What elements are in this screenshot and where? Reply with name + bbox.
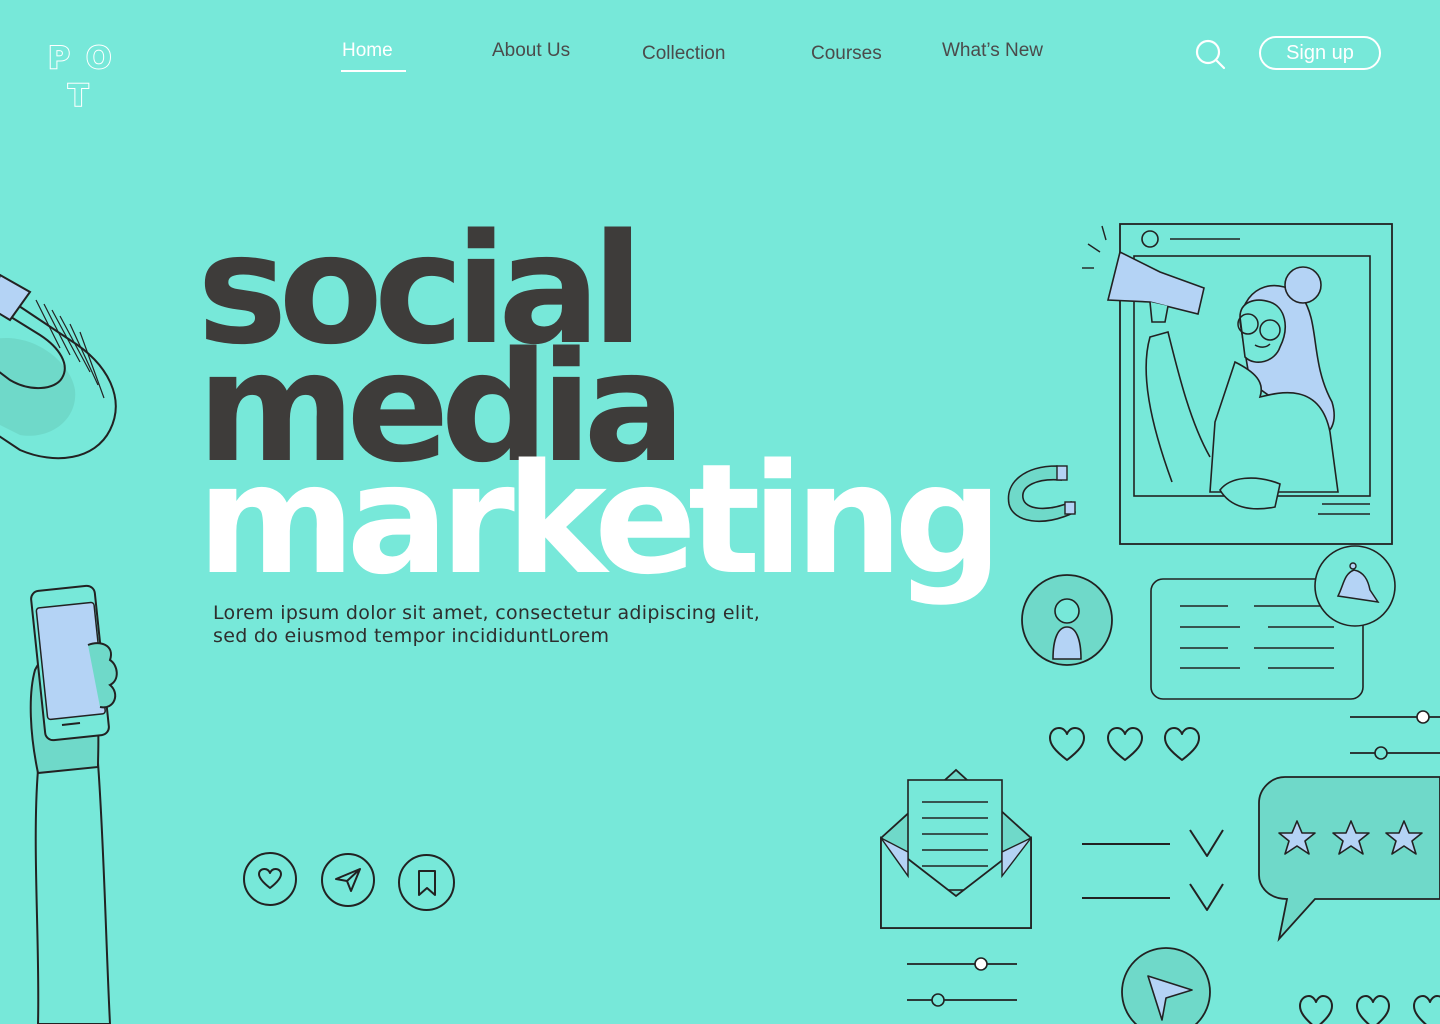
nav-collection[interactable]: Collection	[642, 43, 725, 65]
logo-letter-p: P	[47, 41, 71, 76]
sign-up-button[interactable]: Sign up	[1259, 36, 1381, 70]
hero-description: Lorem ipsum dolor sit amet, consectetur …	[213, 602, 813, 648]
paper-plane-icon	[335, 868, 361, 892]
hero-title-line-marketing: marketing	[197, 431, 1003, 608]
bottom-sliders-illustration	[907, 957, 1017, 1007]
share-button[interactable]	[321, 853, 375, 907]
checklist-illustration	[1082, 829, 1224, 911]
rating-bubble-illustration	[1258, 776, 1440, 943]
logo-letter-o: O	[85, 41, 112, 76]
send-circle-illustration	[1121, 947, 1211, 1024]
search-icon[interactable]	[1194, 38, 1226, 70]
nav-active-underline	[341, 70, 406, 72]
like-button[interactable]	[243, 852, 297, 906]
heart-icon	[258, 868, 282, 889]
magnet-illustration	[0, 273, 117, 460]
profile-avatar-illustration	[1021, 574, 1113, 666]
nav-home[interactable]: Home	[342, 40, 393, 62]
hand-phone-illustration	[29, 584, 118, 1024]
bookmark-button[interactable]	[398, 854, 455, 911]
hero-description-line-2: sed do eiusmod tempor incididuntLorem	[213, 625, 610, 647]
nav-whats-new[interactable]: What’s New	[942, 40, 1043, 62]
logo-letter-t: T	[67, 79, 90, 114]
nav-about-us[interactable]: About Us	[492, 40, 570, 62]
nav-courses[interactable]: Courses	[811, 43, 882, 65]
notification-card-illustration	[1150, 545, 1396, 700]
small-magnet-illustration	[1007, 465, 1077, 523]
bottom-hearts-illustration	[1299, 995, 1440, 1024]
sliders-illustration	[1350, 710, 1440, 760]
megaphone-woman-illustration	[1082, 223, 1393, 545]
envelope-illustration	[880, 768, 1032, 929]
hearts-row-illustration	[1049, 727, 1200, 761]
hero-description-line-1: Lorem ipsum dolor sit amet, consectetur …	[213, 602, 761, 624]
bookmark-icon	[417, 869, 436, 896]
